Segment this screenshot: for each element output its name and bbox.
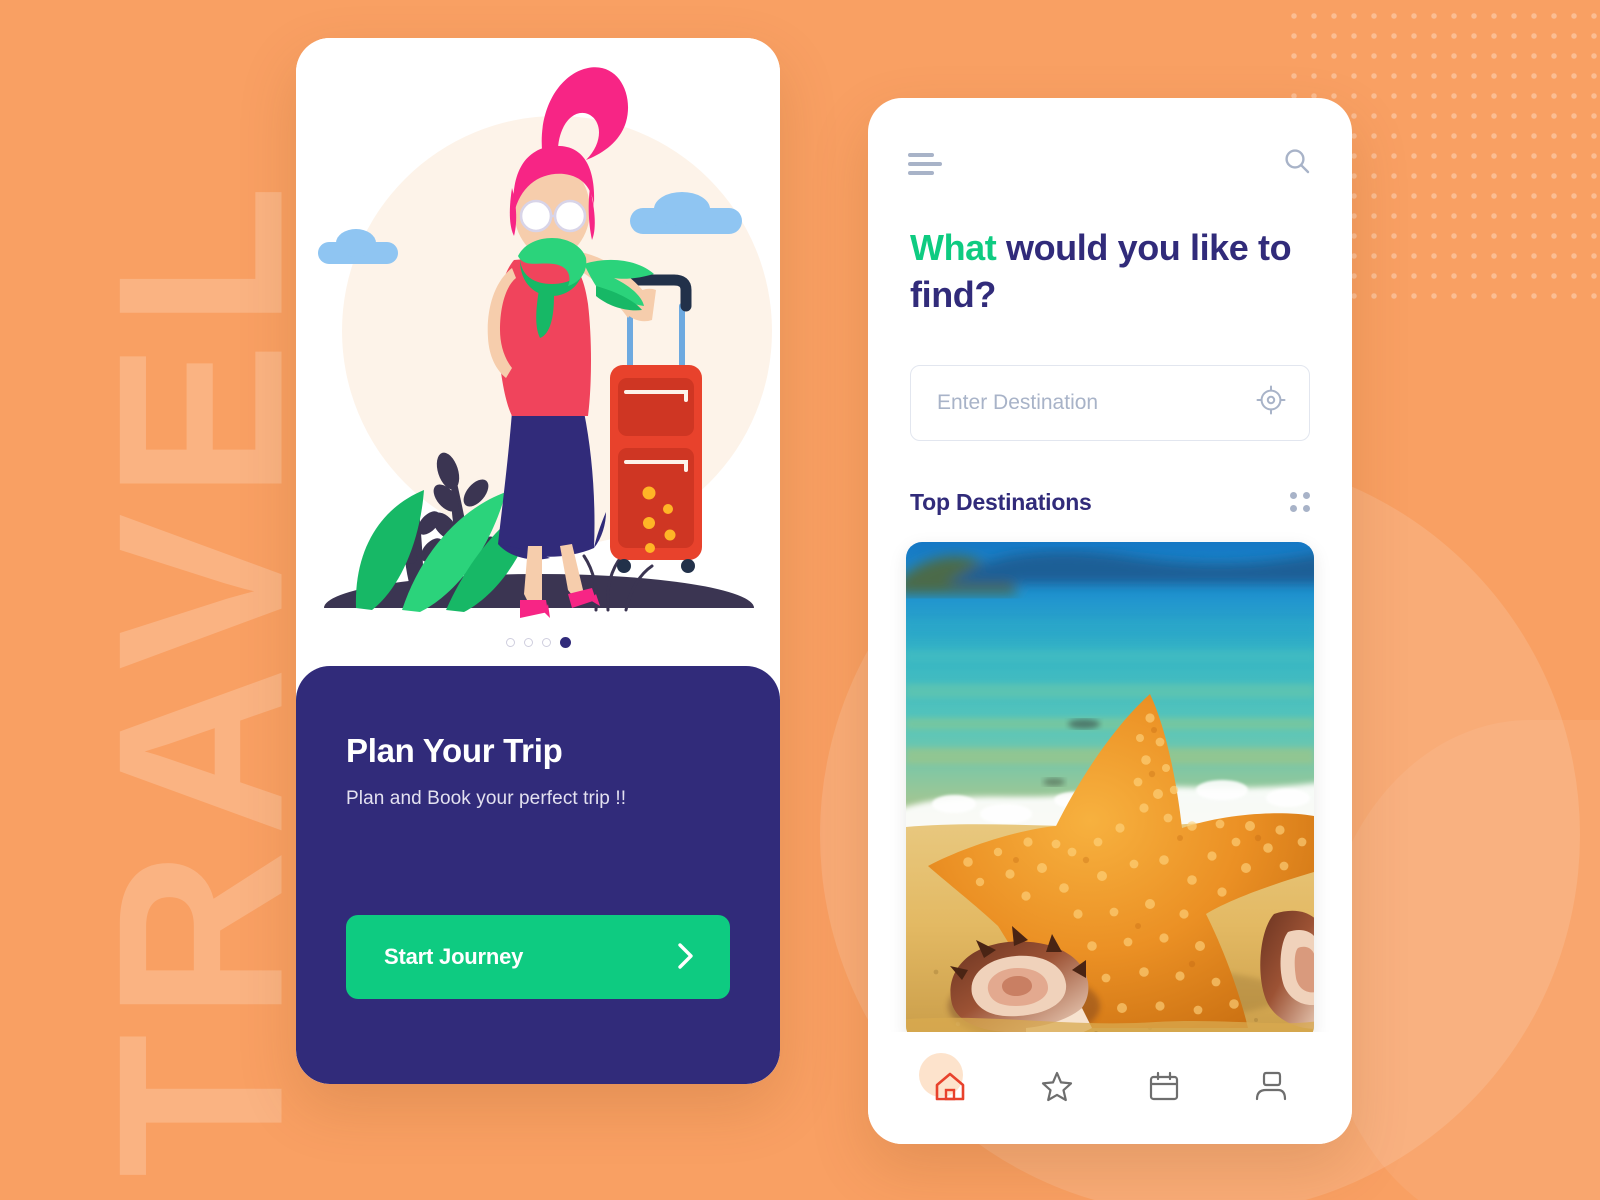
plan-trip-panel: Plan Your Trip Plan and Book your perfec… xyxy=(296,666,780,1084)
star-icon xyxy=(1040,1069,1074,1108)
bottom-navigation xyxy=(868,1032,1352,1144)
grid-view-icon[interactable] xyxy=(1290,492,1310,513)
pagination-dot[interactable] xyxy=(505,638,515,647)
destination-input[interactable] xyxy=(937,390,1255,415)
illustration-area xyxy=(296,38,780,666)
home-heading: What would you like to find? xyxy=(868,181,1352,319)
plan-trip-title: Plan Your Trip xyxy=(346,732,563,769)
pagination-dot-active[interactable] xyxy=(559,637,571,648)
search-icon[interactable] xyxy=(1282,146,1312,181)
user-icon xyxy=(1254,1069,1288,1108)
top-destinations-title: Top Destinations xyxy=(910,488,1092,515)
calendar-icon xyxy=(1147,1069,1181,1108)
home-phone-mockup: What would you like to find? Top Destina… xyxy=(868,98,1352,1144)
onboarding-phone-mockup: Plan Your Trip Plan and Book your perfec… xyxy=(296,38,780,1084)
starfish-on-beach-photo xyxy=(906,541,1314,1042)
nav-item-favorites[interactable] xyxy=(1026,1057,1088,1119)
destination-card[interactable] xyxy=(906,541,1314,1042)
top-destinations-header: Top Destinations xyxy=(910,489,1310,516)
plan-trip-subtitle: Plan and Book your perfect trip !! xyxy=(346,788,627,809)
hamburger-menu-icon[interactable] xyxy=(908,152,942,175)
heading-highlight: What xyxy=(910,227,997,268)
background-watermark-travel: TRAVEL xyxy=(68,170,332,1178)
nav-item-home[interactable] xyxy=(918,1053,981,1119)
nav-item-calendar[interactable] xyxy=(1133,1057,1195,1119)
start-journey-label: Start Journey xyxy=(384,944,524,969)
onboarding-pagination[interactable] xyxy=(296,637,780,648)
home-icon xyxy=(933,1069,967,1108)
crosshair-location-icon[interactable] xyxy=(1255,384,1287,421)
home-topbar xyxy=(868,98,1352,181)
chevron-right-icon xyxy=(676,941,696,974)
woman-traveler-illustration xyxy=(355,67,702,618)
start-journey-button[interactable]: Start Journey xyxy=(346,915,730,999)
nav-item-profile[interactable] xyxy=(1240,1057,1302,1119)
destination-search-field[interactable] xyxy=(910,364,1310,441)
pagination-dot[interactable] xyxy=(541,638,551,647)
pagination-dot[interactable] xyxy=(523,638,533,647)
